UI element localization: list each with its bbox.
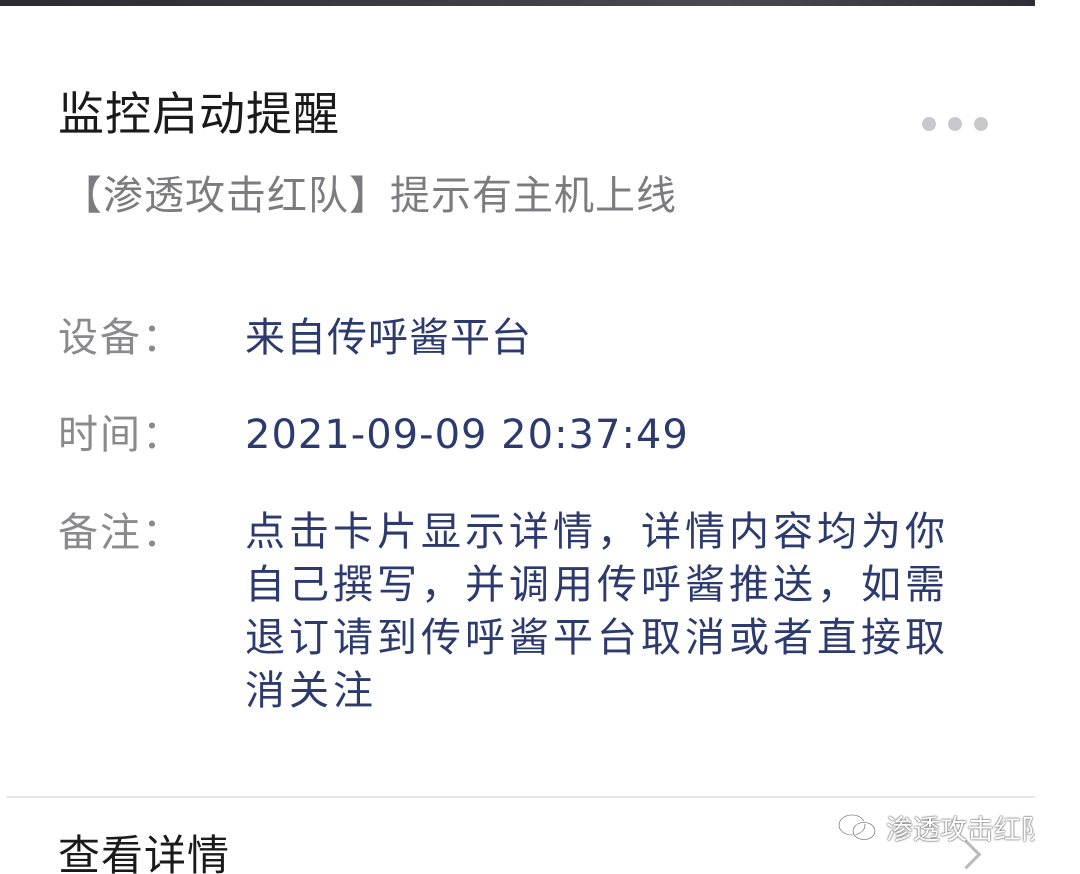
notification-screen: 监控启动提醒 【渗透攻击红队】提示有主机上线 设备： 来自传呼酱平台 时间： 2… <box>0 0 1080 874</box>
watermark-text: 渗透攻击红队 <box>886 815 1048 846</box>
card-title: 监控启动提醒 <box>58 87 340 141</box>
wechat-icon <box>836 813 880 843</box>
field-label: 备注： <box>58 510 184 556</box>
view-details-label: 查看详情 <box>58 831 231 874</box>
right-margin <box>1035 0 1080 874</box>
watermark: 渗透攻击红队 <box>836 808 1048 847</box>
dot <box>948 117 962 131</box>
more-dots-icon[interactable] <box>922 114 988 134</box>
field-label: 时间： <box>58 412 184 458</box>
dot <box>974 117 988 131</box>
card-subtitle: 【渗透攻击红队】提示有主机上线 <box>62 173 677 219</box>
field-value: 点击卡片显示详情，详情内容均为你自己撰写，并调用传呼酱推送，如需退订请到传呼酱平… <box>245 509 949 714</box>
field-label: 设备： <box>58 315 184 361</box>
template-message-card[interactable]: 监控启动提醒 【渗透攻击红队】提示有主机上线 设备： 来自传呼酱平台 时间： 2… <box>0 6 1035 874</box>
field-value: 2021-09-09 20:37:49 <box>245 412 689 458</box>
field-value: 来自传呼酱平台 <box>245 315 532 361</box>
dot <box>922 117 936 131</box>
